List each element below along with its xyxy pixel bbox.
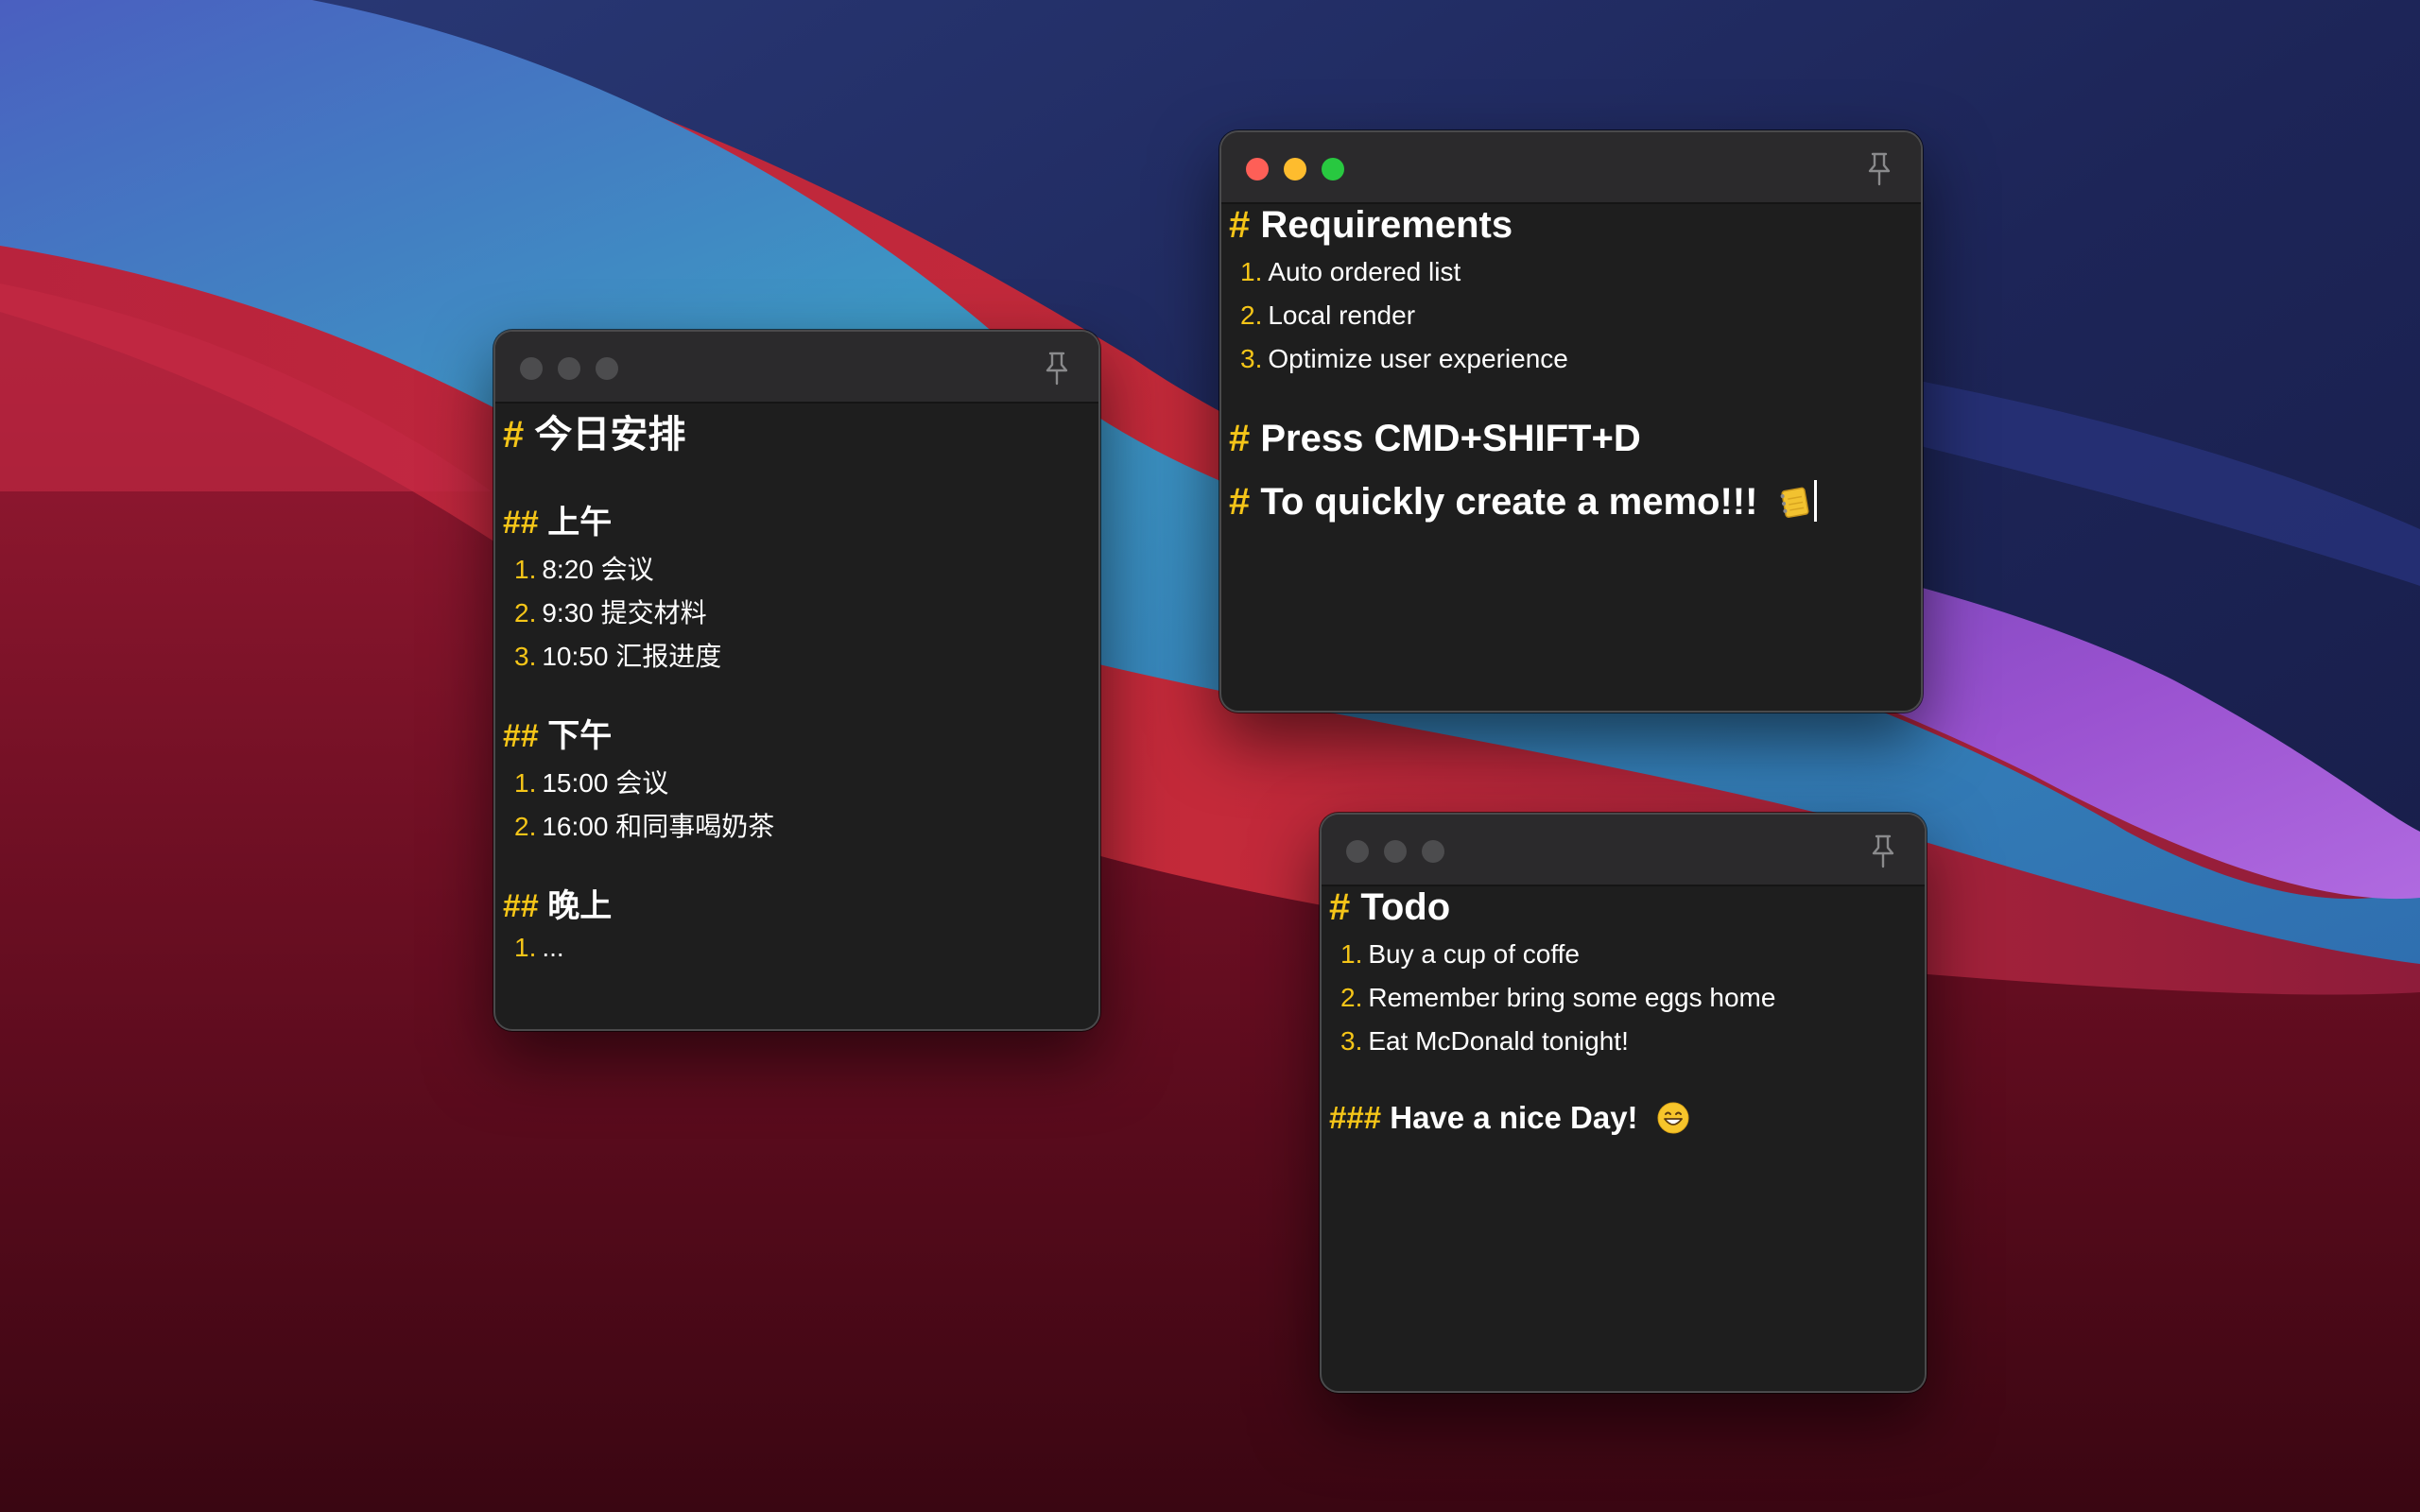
heading-text: 晚上 <box>547 888 613 924</box>
zoom-button[interactable] <box>1422 840 1444 863</box>
list-item: 2. 9:30 提交材料 <box>514 598 707 627</box>
heading-greeting: ### Have a nice Day! <box>1329 1100 1690 1136</box>
heading-afternoon: ## 下午 <box>503 718 613 754</box>
heading-shortcut: # Press CMD+SHIFT+D <box>1229 418 1641 459</box>
grinning-face-icon <box>1657 1102 1689 1134</box>
note-window-todo[interactable]: # Todo 1. Buy a cup of coffe 2. Remember b… <box>1320 813 1927 1393</box>
close-button[interactable] <box>1346 840 1369 863</box>
pushpin-icon[interactable] <box>1042 351 1072 387</box>
heading-title: # Todo <box>1329 886 1451 928</box>
title-bar[interactable] <box>495 332 1098 404</box>
title-bar[interactable] <box>1322 815 1925 886</box>
heading-text: 下午 <box>547 718 613 754</box>
minimize-button[interactable] <box>1384 840 1407 863</box>
pushpin-icon[interactable] <box>1868 833 1898 869</box>
list-item: 1. Buy a cup of coffe <box>1340 939 1580 969</box>
list-item: 3. 10:50 汇报进度 <box>514 642 722 671</box>
list-item: 2. Remember bring some eggs home <box>1340 983 1776 1012</box>
close-button[interactable] <box>520 357 543 380</box>
heading-text: 上午 <box>547 505 613 541</box>
list-item: 3. Eat McDonald tonight! <box>1340 1026 1629 1056</box>
heading-evening: ## 晚上 <box>503 888 613 924</box>
heading-title: # 今日安排 <box>503 414 686 455</box>
heading-text: To quickly create a memo!!! <box>1260 481 1758 523</box>
heading-title: # Requirements <box>1229 204 1513 246</box>
heading-text: Todo <box>1360 886 1451 928</box>
minimize-button[interactable] <box>558 357 580 380</box>
text-cursor <box>1813 480 1817 522</box>
title-bar[interactable] <box>1221 132 1921 204</box>
heading-text: Requirements <box>1260 204 1513 246</box>
note-editor[interactable]: # 今日安排 ## 上午 1. 8:20 会议 2. 9:30 提交材料 3. 10:… <box>495 404 1098 1029</box>
list-item: 1. Auto ordered list <box>1240 257 1461 286</box>
heading-text: 今日安排 <box>534 414 686 455</box>
list-item: 1. 8:20 会议 <box>514 555 654 584</box>
list-item: 1.... <box>514 933 564 962</box>
heading-text: Press CMD+SHIFT+D <box>1260 418 1641 459</box>
note-editor[interactable]: # Todo 1. Buy a cup of coffe 2. Remember b… <box>1322 886 1925 1391</box>
close-button[interactable] <box>1246 158 1269 180</box>
note-window-schedule[interactable]: # 今日安排 ## 上午 1. 8:20 会议 2. 9:30 提交材料 3. 10:… <box>493 330 1100 1031</box>
minimize-button[interactable] <box>1284 158 1306 180</box>
desktop-wallpaper <box>0 0 2420 1512</box>
list-item: 2. Local render <box>1240 301 1416 330</box>
zoom-button[interactable] <box>596 357 618 380</box>
heading-memo: # To quickly create a memo!!! <box>1229 480 1817 524</box>
note-editor[interactable]: # Requirements 1. Auto ordered list 2. Loc… <box>1221 204 1921 711</box>
list-item: 3. Optimize user experience <box>1240 344 1568 373</box>
memo-notebook-icon <box>1780 487 1809 518</box>
zoom-button[interactable] <box>1322 158 1344 180</box>
heading-text: Have a nice Day! <box>1390 1100 1638 1135</box>
note-window-requirements[interactable]: # Requirements 1. Auto ordered list 2. Loc… <box>1219 130 1923 713</box>
heading-morning: ## 上午 <box>503 505 613 541</box>
list-item: 1. 15:00 会议 <box>514 768 669 798</box>
list-item: 2. 16:00 和同事喝奶茶 <box>514 812 775 841</box>
pushpin-icon[interactable] <box>1864 151 1894 187</box>
